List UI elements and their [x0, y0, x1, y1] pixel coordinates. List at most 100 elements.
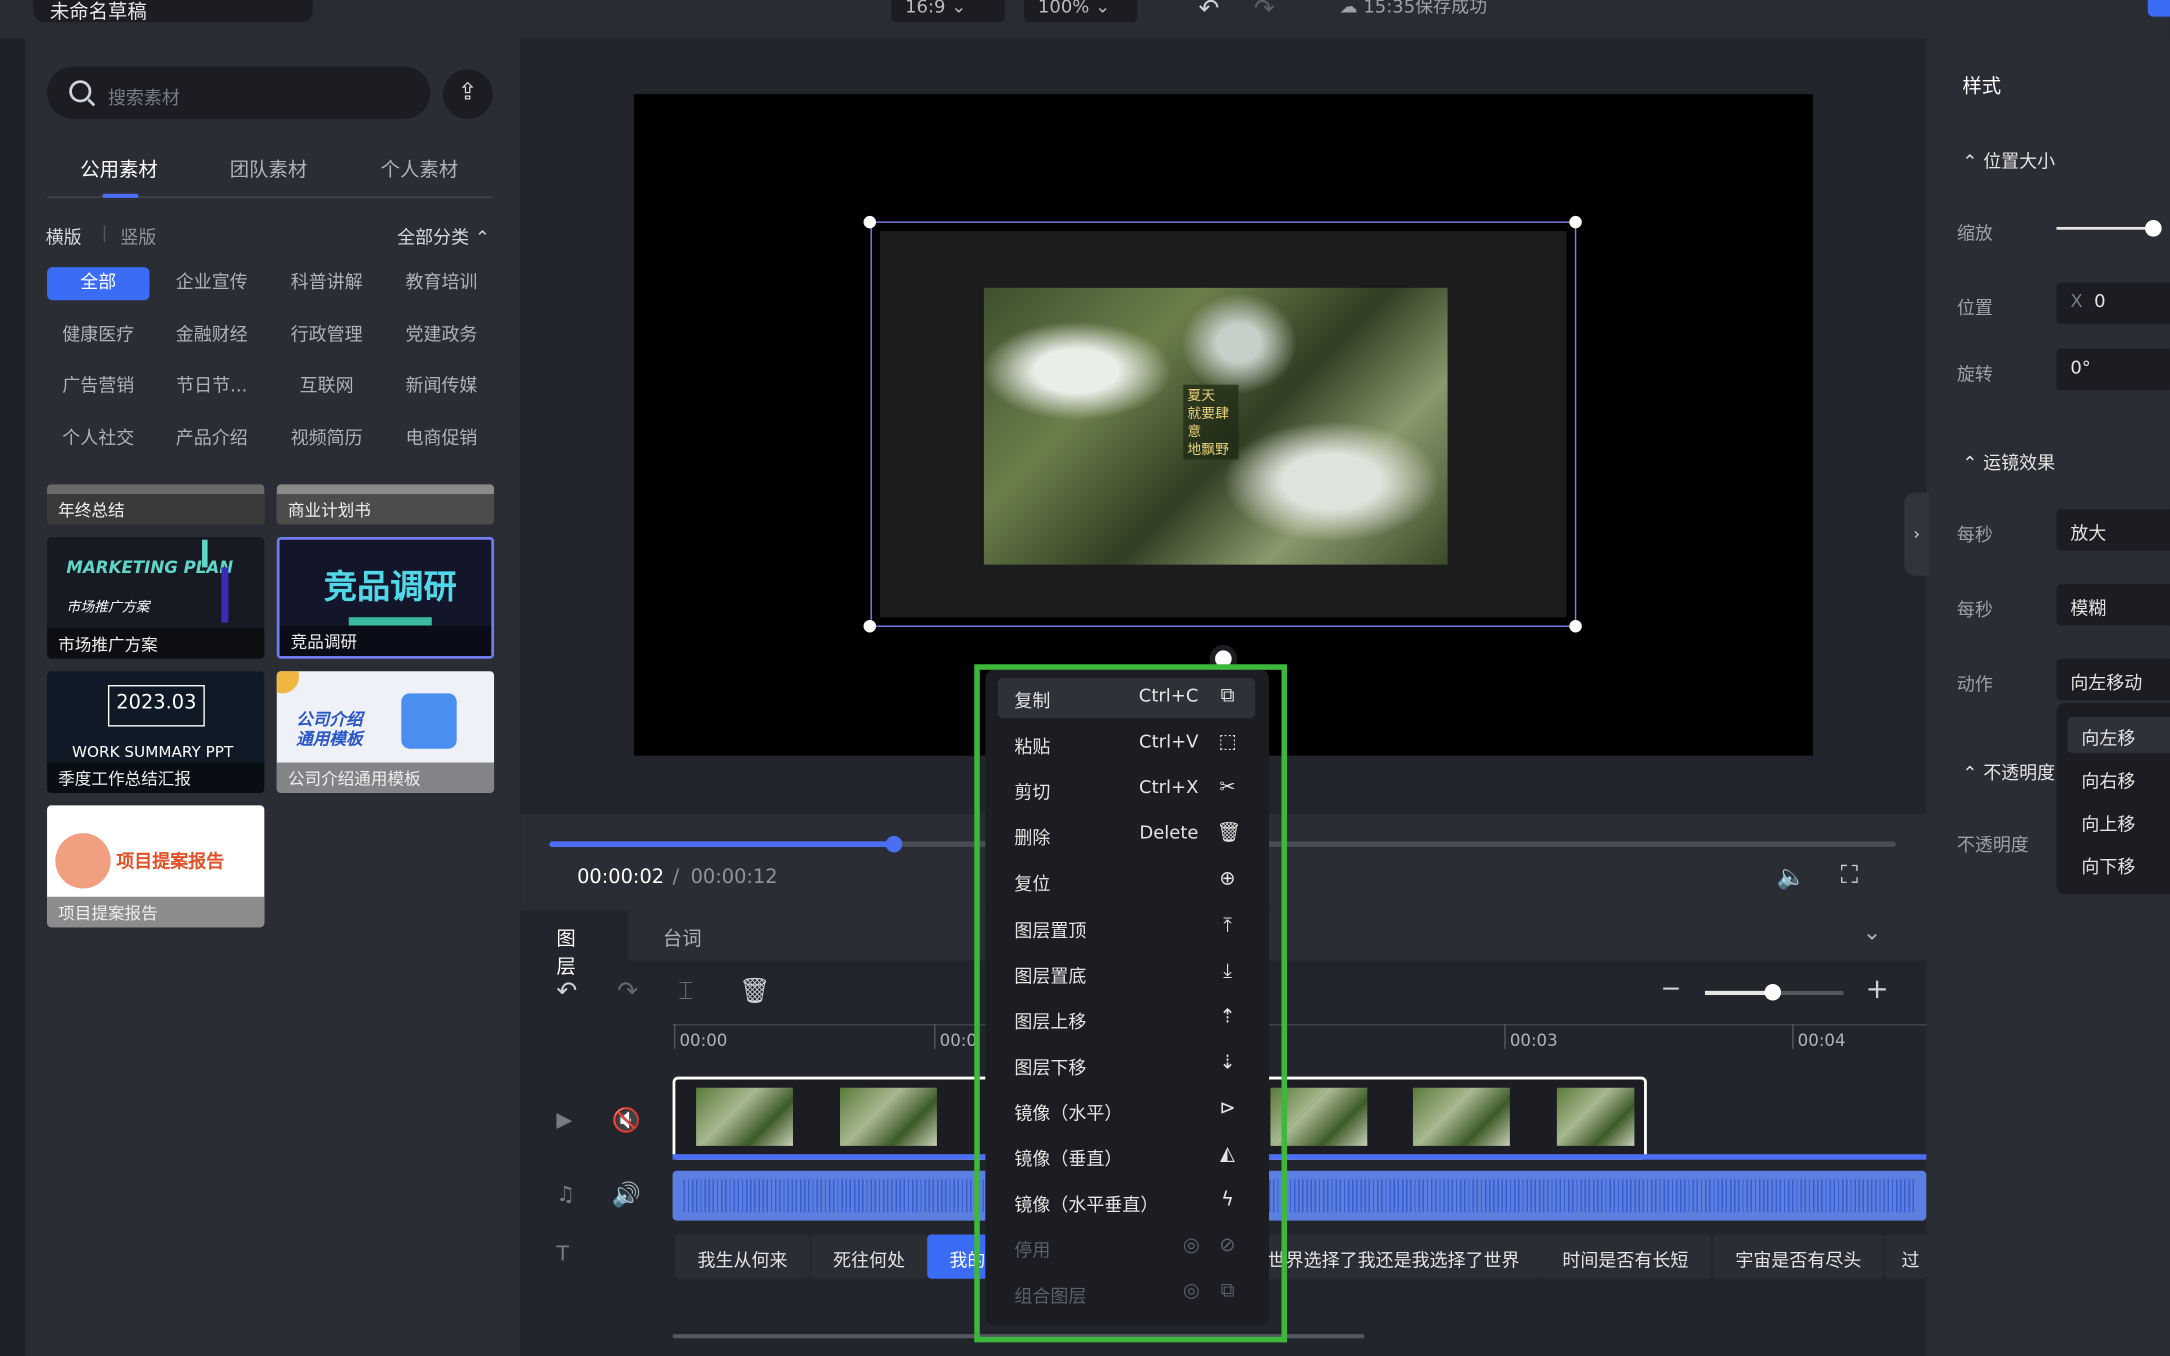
section-position-size[interactable]: ⌃ 位置大小	[1962, 147, 2055, 173]
zoom-slider-fill	[1704, 990, 1772, 996]
tab-subtitles[interactable]: 台词	[663, 924, 702, 952]
chevron-down-icon: ⌄	[1095, 0, 1111, 18]
clip-frame	[696, 1087, 793, 1146]
subtitle-item[interactable]: 我生从何来	[675, 1234, 810, 1279]
subtitle-item[interactable]: 过	[1884, 1234, 1927, 1279]
template-card[interactable]: 商业计划书	[276, 484, 495, 525]
ruler-tick	[934, 1024, 936, 1049]
tab-personal-assets[interactable]: 个人素材	[381, 155, 458, 183]
section-title: 位置大小	[1983, 152, 2056, 173]
position-x-field[interactable]: X 0	[2056, 282, 2170, 324]
template-card[interactable]: 公司介绍 通用模板 公司介绍通用模板	[276, 671, 495, 793]
category-chip[interactable]: 互联网	[275, 371, 377, 404]
resize-handle[interactable]	[863, 215, 877, 229]
export-button[interactable]	[2147, 0, 2170, 17]
section-opacity[interactable]: ⌃ 不透明度	[1962, 758, 2055, 785]
category-chip[interactable]: 个人社交	[47, 423, 149, 456]
action-label: 动作	[1956, 675, 1993, 697]
category-chip[interactable]: 党建政务	[390, 320, 492, 353]
orientation-portrait[interactable]: 竖版	[120, 223, 156, 249]
redo-icon[interactable]: ↷	[1254, 0, 1275, 24]
scale-slider-knob[interactable]	[2145, 220, 2162, 237]
scale-slider[interactable]	[2056, 226, 2154, 230]
all-categories-toggle[interactable]: 全部分类 ⌃	[397, 223, 490, 249]
subtitle-item[interactable]: 时间是否有长短	[1540, 1234, 1711, 1279]
mute-icon[interactable]: 🔇	[612, 1107, 641, 1135]
resize-handle[interactable]	[863, 619, 877, 633]
search-icon	[69, 80, 92, 103]
volume-icon[interactable]: 🔈	[1777, 864, 1806, 892]
zoom-out-icon[interactable]: −	[1661, 974, 1682, 1003]
zoom-in-icon[interactable]: +	[1865, 971, 1888, 1004]
category-chip[interactable]: 电商促销	[390, 423, 492, 456]
action-option[interactable]: 向下移	[2068, 846, 2170, 882]
clip-frame	[1412, 1087, 1510, 1146]
action-option[interactable]: 向左移	[2067, 716, 2170, 753]
resize-handle[interactable]	[1569, 619, 1582, 633]
category-chip[interactable]: 产品介绍	[161, 423, 263, 456]
zoom-slider-knob[interactable]	[1764, 983, 1782, 1001]
category-chip[interactable]: 企业宣传	[161, 267, 263, 300]
tab-layers[interactable]: 图层	[520, 910, 629, 978]
action-option[interactable]: 向上移	[2068, 803, 2170, 839]
template-card[interactable]: 2023.03 WORK SUMMARY PPT 季度工作总结汇报	[47, 671, 265, 793]
zoom-select[interactable]: 100% ⌄	[1024, 0, 1138, 23]
template-card[interactable]: 项目提案报告 项目提案报告	[47, 805, 265, 928]
x-label: X	[2070, 292, 2083, 313]
decor-bar	[202, 539, 208, 568]
category-chip[interactable]: 广告营销	[47, 371, 149, 404]
subtitle-item[interactable]: 世界选择了我还是我选择了世界	[1245, 1234, 1542, 1279]
video-track-line	[672, 1154, 1927, 1160]
volume-icon[interactable]: 🔊	[612, 1182, 641, 1210]
current-time: 00:00:02	[577, 866, 665, 889]
progress-knob[interactable]	[885, 835, 903, 853]
category-chip[interactable]: 金融财经	[161, 320, 263, 353]
rotate-field[interactable]: 0°	[2056, 348, 2170, 391]
category-chip[interactable]: 全部	[47, 267, 150, 301]
action-option[interactable]: 向右移	[2068, 760, 2170, 796]
ruler-tick	[1792, 1024, 1794, 1049]
clip-frame	[840, 1087, 937, 1146]
split-icon[interactable]: ⌶	[678, 977, 693, 1006]
collapse-right-panel[interactable]: ›	[1904, 492, 1930, 576]
subtitle-item[interactable]: 死往何处	[810, 1234, 928, 1279]
decor-bar	[221, 567, 229, 623]
template-card[interactable]: MARKETING PLAN 市场推广方案 市场推广方案	[47, 536, 265, 659]
template-card[interactable]: 年终总结	[47, 484, 265, 525]
category-chip[interactable]: 视频简历	[275, 423, 377, 456]
delete-icon[interactable]: 🗑	[739, 977, 771, 1006]
upload-button[interactable]: ⇪	[442, 69, 493, 120]
x-value: 0	[2094, 292, 2106, 313]
action-select[interactable]: 向左移动	[2056, 658, 2170, 701]
category-chip[interactable]: 新闻传媒	[390, 371, 492, 404]
resize-handle[interactable]	[1569, 215, 1582, 229]
template-label: 季度工作总结汇报	[47, 762, 265, 793]
category-chip[interactable]: 健康医疗	[47, 320, 149, 353]
project-name[interactable]: 未命名草稿	[33, 0, 313, 24]
undo-icon[interactable]: ↶	[1198, 0, 1219, 24]
chevron-up-icon: ⌃	[474, 228, 490, 250]
undo-icon[interactable]: ↶	[556, 977, 577, 1006]
double-chevron-down-icon[interactable]: ⌄	[1863, 919, 1882, 945]
subtitle-item[interactable]: 宇宙是否有尽头	[1713, 1234, 1884, 1279]
tab-team-assets[interactable]: 团队素材	[230, 155, 307, 183]
ruler-label: 00:0	[939, 1031, 977, 1051]
upload-icon: ⇪	[457, 78, 478, 107]
decor-circle	[55, 833, 111, 889]
aspect-ratio-select[interactable]: 16:9 ⌄	[891, 0, 1005, 23]
chevron-up-icon: ⌃	[1962, 763, 1978, 785]
redo-icon[interactable]: ↷	[617, 977, 638, 1006]
category-chip[interactable]: 行政管理	[275, 320, 377, 353]
tab-public-assets[interactable]: 公用素材	[80, 155, 157, 183]
template-art-subtitle: WORK SUMMARY PPT	[71, 743, 234, 762]
category-chip[interactable]: 科普讲解	[275, 267, 377, 300]
section-motion[interactable]: ⌃ 运镜效果	[1962, 448, 2055, 475]
category-chip[interactable]: 教育培训	[390, 267, 492, 300]
fullscreen-icon[interactable]: ⛶	[1841, 861, 1858, 890]
search-input[interactable]	[47, 66, 431, 120]
blur-effect-select[interactable]: 模糊	[2056, 584, 2170, 626]
orientation-landscape[interactable]: 横版	[46, 223, 82, 249]
template-card-selected[interactable]: 竞品调研 竞品调研	[276, 536, 495, 659]
motion-effect-select[interactable]: 放大	[2056, 509, 2170, 551]
category-chip[interactable]: 节日节...	[161, 371, 263, 404]
